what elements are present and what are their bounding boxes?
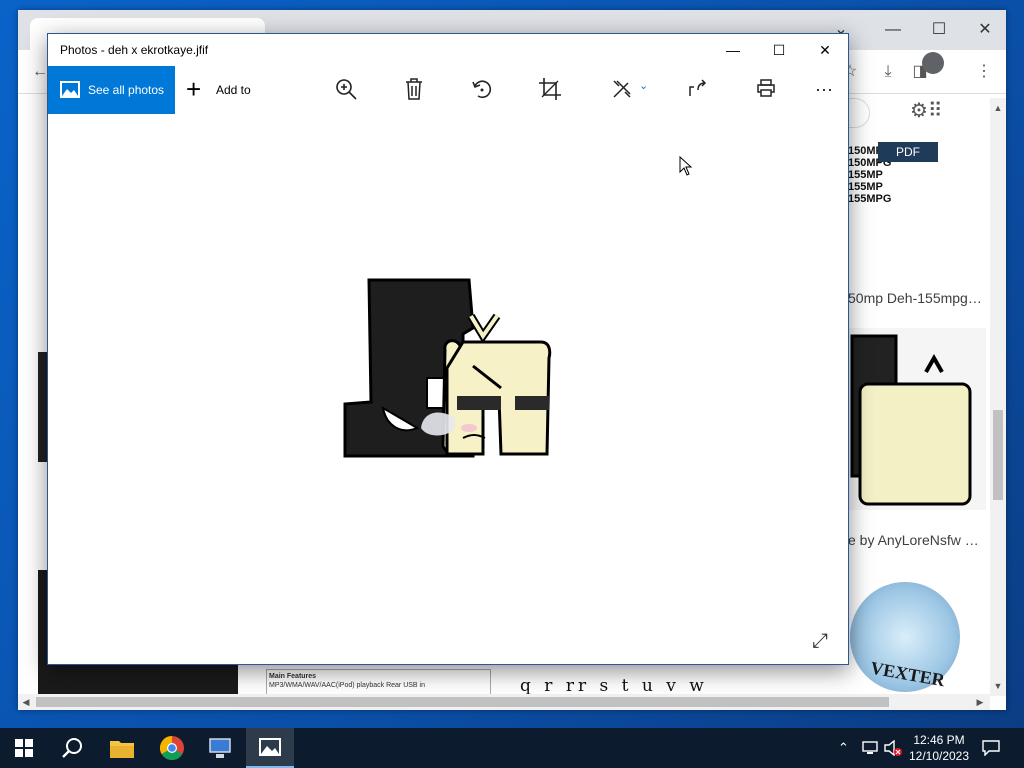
edit-icon[interactable] xyxy=(610,78,634,102)
mouse-cursor-icon xyxy=(679,155,693,176)
see-all-photos-label: See all photos xyxy=(88,83,165,97)
system-clock[interactable]: 12:46 PM 12/10/2023 xyxy=(902,732,976,764)
volume-muted-icon[interactable] xyxy=(884,728,902,768)
chevron-down-icon[interactable]: ⌄ xyxy=(639,79,648,92)
browser-close-icon[interactable]: ✕ xyxy=(962,16,1006,44)
settings-gear-icon[interactable]: ⚙⠿ xyxy=(910,98,970,126)
photos-window: Photos - deh x ekrotkaye.jfif — ☐ ✕ See … xyxy=(47,33,849,665)
thumbnail-character[interactable] xyxy=(848,328,986,510)
result-caption[interactable]: 50mp Deh-155mpg… xyxy=(848,290,982,306)
scroll-right-arrow[interactable]: ▶ xyxy=(972,694,988,710)
horizontal-scroll-thumb[interactable] xyxy=(36,697,889,707)
scroll-up-arrow[interactable]: ▲ xyxy=(990,100,1006,116)
share-icon[interactable] xyxy=(686,78,710,102)
photos-titlebar[interactable]: Photos - deh x ekrotkaye.jfif — ☐ ✕ xyxy=(48,34,848,66)
browser-maximize-icon[interactable]: ☐ xyxy=(916,16,962,44)
network-icon[interactable] xyxy=(862,728,878,768)
start-icon[interactable] xyxy=(0,728,48,768)
picture-icon xyxy=(60,81,80,98)
download-icon[interactable]: ⤓ xyxy=(876,60,900,84)
scroll-left-arrow[interactable]: ◀ xyxy=(18,694,34,710)
add-to-label: Add to xyxy=(216,83,251,97)
file-explorer-icon[interactable] xyxy=(98,728,146,768)
minimize-icon[interactable]: — xyxy=(710,34,756,66)
result-caption[interactable]: e by AnyLoreNsfw … xyxy=(848,532,979,548)
print-icon[interactable] xyxy=(754,78,778,102)
more-icon[interactable]: ⋯ xyxy=(812,78,836,102)
photos-icon[interactable] xyxy=(246,728,294,768)
profile-avatar[interactable] xyxy=(922,52,944,74)
show-hidden-icons[interactable]: ⌃ xyxy=(838,728,849,768)
features-box: Main Features MP3/WMA/WAV/AAC(iPod) play… xyxy=(266,669,491,697)
notifications-icon[interactable] xyxy=(982,728,1000,768)
vertical-scroll-thumb[interactable] xyxy=(993,410,1003,500)
taskbar: ⌃ 12:46 PM 12/10/2023 xyxy=(0,728,1024,768)
alphabet-text: q r rr s t u v w xyxy=(520,676,708,696)
network-pc-icon[interactable] xyxy=(196,728,244,768)
vertical-scrollbar[interactable] xyxy=(990,98,1006,696)
plus-icon: + xyxy=(186,74,202,104)
zoom-in-icon[interactable] xyxy=(334,78,358,102)
pdf-badge: PDF xyxy=(878,142,938,162)
clock-time: 12:46 PM xyxy=(913,733,965,747)
menu-kebab-icon[interactable]: ⋮ xyxy=(972,60,996,84)
window-title: Photos - deh x ekrotkaye.jfif xyxy=(60,43,209,57)
crop-icon[interactable] xyxy=(538,78,562,102)
add-to-button[interactable]: + Add to xyxy=(186,66,266,114)
photos-toolbar: See all photos + Add to ⌄ ⋯ xyxy=(48,66,848,114)
maximize-icon[interactable]: ☐ xyxy=(756,34,802,66)
photo-image xyxy=(343,278,553,460)
chrome-icon[interactable] xyxy=(148,728,196,768)
browser-minimize-icon[interactable]: — xyxy=(870,16,916,44)
delete-icon[interactable] xyxy=(402,78,426,102)
see-all-photos-button[interactable]: See all photos xyxy=(48,66,175,114)
clock-date: 12/10/2023 xyxy=(908,749,970,763)
fullscreen-expand-icon[interactable]: ⤢ xyxy=(812,630,828,653)
rotate-icon[interactable] xyxy=(470,78,494,102)
search-icon[interactable] xyxy=(48,728,96,768)
scroll-down-arrow[interactable]: ▼ xyxy=(990,678,1006,694)
close-icon[interactable]: ✕ xyxy=(802,34,848,66)
